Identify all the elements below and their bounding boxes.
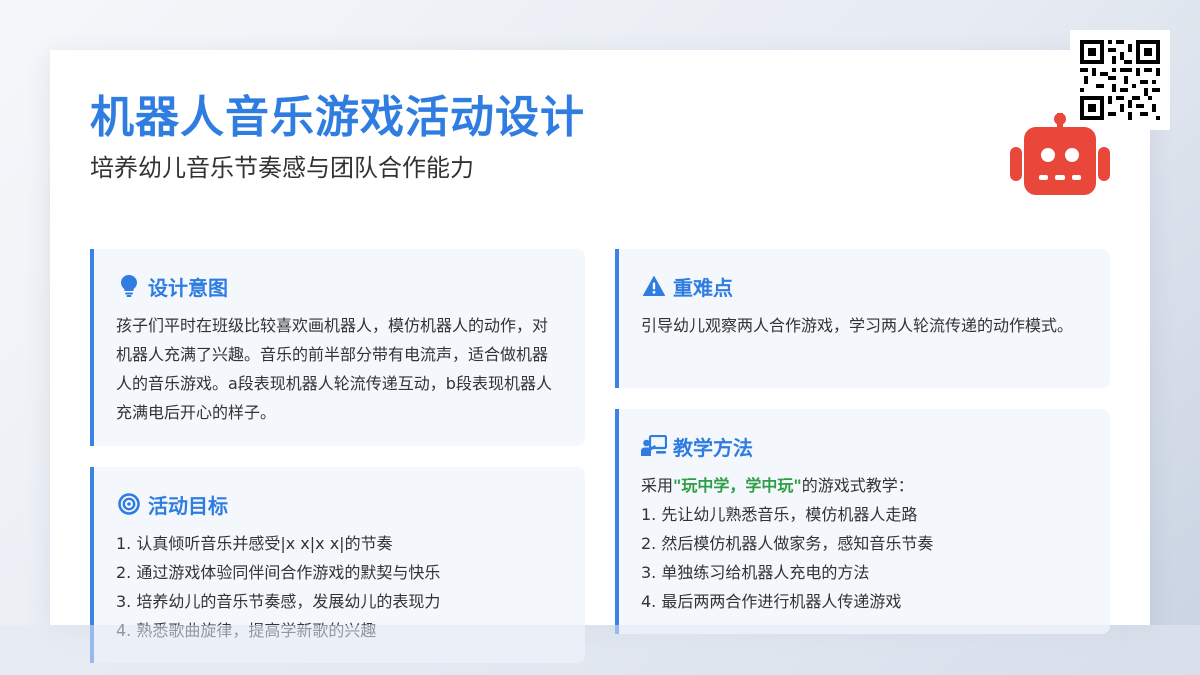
page-title: 机器人音乐游戏活动设计 (90, 92, 585, 143)
list-item: 4. 熟悉歌曲旋律，提高学新歌的兴趣 (116, 621, 377, 640)
key-points-card: 重难点 引导幼儿观察两人合作游戏，学习两人轮流传递的动作模式。 (615, 249, 1110, 388)
teacher-board-icon (641, 433, 667, 459)
methods-title: 教学方法 (673, 435, 753, 460)
robot-icon (1008, 113, 1112, 199)
methods-list: 采用"玩中学，学中玩"的游戏式教学： 1. 先让幼儿熟悉音乐，模仿机器人走路 2… (641, 471, 1086, 616)
methods-intro-suffix: 的游戏式教学： (801, 476, 914, 495)
methods-card: 教学方法 采用"玩中学，学中玩"的游戏式教学： 1. 先让幼儿熟悉音乐，模仿机器… (615, 409, 1110, 634)
qr-code-graphic (1080, 40, 1160, 120)
list-item: 2. 然后模仿机器人做家务，感知音乐节奏 (641, 534, 934, 553)
methods-header: 教学方法 (641, 431, 1086, 461)
list-item: 3. 单独练习给机器人充电的方法 (641, 563, 870, 582)
goals-title: 活动目标 (148, 493, 228, 518)
list-item: 4. 最后两两合作进行机器人传递游戏 (641, 592, 902, 611)
design-intent-card: 设计意图 孩子们平时在班级比较喜欢画机器人，模仿机器人的动作，对机器人充满了兴趣… (90, 249, 585, 446)
list-item: 1. 认真倾听音乐并感受|x x|x x|的节奏 (116, 534, 393, 553)
key-points-text: 引导幼儿观察两人合作游戏，学习两人轮流传递的动作模式。 (641, 316, 1074, 335)
methods-intro: 采用"玩中学，学中玩"的游戏式教学： (641, 471, 1086, 500)
goals-card: 活动目标 1. 认真倾听音乐并感受|x x|x x|的节奏 2. 通过游戏体验同… (90, 467, 585, 663)
design-intent-header: 设计意图 (116, 271, 561, 301)
key-points-title: 重难点 (673, 275, 733, 300)
methods-intro-highlight: "玩中学，学中玩" (673, 476, 802, 495)
list-item: 3. 培养幼儿的音乐节奏感，发展幼儿的表现力 (116, 592, 441, 611)
methods-intro-prefix: 采用 (641, 476, 674, 495)
target-icon (116, 491, 142, 517)
goals-list: 1. 认真倾听音乐并感受|x x|x x|的节奏 2. 通过游戏体验同伴间合作游… (116, 529, 561, 645)
warning-icon (641, 273, 667, 299)
lightbulb-icon (116, 273, 142, 299)
page-subtitle: 培养幼儿音乐节奏感与团队合作能力 (90, 154, 474, 182)
design-intent-text: 孩子们平时在班级比较喜欢画机器人，模仿机器人的动作，对机器人充满了兴趣。音乐的前… (116, 316, 552, 422)
goals-header: 活动目标 (116, 489, 561, 519)
list-item: 2. 通过游戏体验同伴间合作游戏的默契与快乐 (116, 563, 441, 582)
key-points-header: 重难点 (641, 271, 1086, 301)
list-item: 1. 先让幼儿熟悉音乐，模仿机器人走路 (641, 505, 918, 524)
design-intent-title: 设计意图 (148, 275, 228, 300)
